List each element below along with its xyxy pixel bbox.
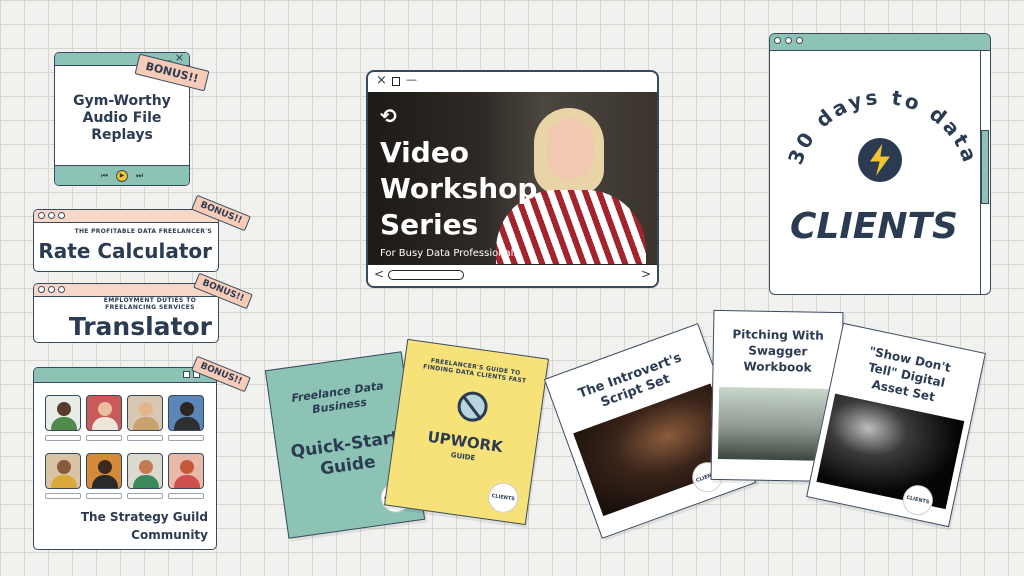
name-line: [127, 435, 163, 441]
stage-photo: [816, 393, 965, 510]
presenter-face: [546, 118, 594, 180]
repeat-icon[interactable]: ⟲: [380, 104, 397, 128]
brand-logo: CLIENTS: [486, 480, 521, 515]
video-subtitle: For Busy Data Professionals: [380, 248, 519, 259]
next-icon[interactable]: ⏭: [136, 171, 143, 181]
upwork-guide-doc[interactable]: FREELANCER'S GUIDE TO FINDING DATA CLIEN…: [384, 338, 549, 526]
translator-window: EMPLOYMENT DUTIES TO FREELANCING SERVICE…: [33, 283, 219, 343]
name-line: [127, 493, 163, 499]
scroll-thumb[interactable]: [981, 130, 989, 204]
window-controls: [774, 37, 803, 44]
copy-icon[interactable]: [392, 77, 400, 86]
window-titlebar: [34, 210, 218, 223]
upwork-arc-text: FREELANCER'S GUIDE TO FINDING DATA CLIEN…: [422, 357, 527, 385]
guild-title-line1: The Strategy Guild: [80, 510, 208, 524]
no-sign-icon: [455, 389, 490, 424]
strategy-guild-window: The Strategy Guild Community: [33, 367, 217, 550]
window-titlebar: [770, 34, 990, 51]
name-line: [86, 435, 122, 441]
window-titlebar: [34, 284, 218, 297]
translator-overline: EMPLOYMENT DUTIES TO FREELANCING SERVICE…: [103, 297, 197, 311]
member-avatar: [45, 453, 81, 489]
pitching-title2: Swagger: [748, 343, 808, 359]
rate-title: Rate Calculator: [38, 239, 212, 263]
scroll-left-icon[interactable]: <: [374, 267, 384, 281]
translator-title: Translator: [68, 312, 212, 341]
name-line: [168, 493, 204, 499]
video-workshop-window: × — ⟲ Video Workshop Series For Busy Dat…: [366, 70, 659, 288]
scroll-right-icon[interactable]: >: [641, 267, 651, 281]
close-icon[interactable]: ×: [376, 73, 387, 88]
window-titlebar: × —: [368, 72, 657, 92]
clients-window: 30 days to data CLIENTS: [769, 33, 991, 295]
name-line: [168, 435, 204, 441]
window-button-icon[interactable]: [183, 371, 190, 378]
member-avatar: [168, 453, 204, 489]
member-avatar: [127, 453, 163, 489]
scroll-thumb[interactable]: [388, 270, 464, 280]
rate-calculator-window: THE PROFITABLE DATA FREELANCER'S Rate Ca…: [33, 209, 219, 272]
video-title-line3: Series: [380, 208, 479, 241]
previous-icon[interactable]: ⏮: [101, 171, 108, 181]
window-controls: [38, 286, 65, 293]
lightning-bolt-icon: [858, 138, 902, 182]
guild-title-line2: Community: [131, 528, 208, 542]
rate-overline: THE PROFITABLE DATA FREELANCER'S: [74, 228, 212, 235]
member-avatar: [127, 395, 163, 431]
member-avatar: [86, 395, 122, 431]
minimize-icon[interactable]: —: [406, 73, 417, 86]
play-icon[interactable]: ▶: [116, 169, 128, 182]
pitching-title3: Workbook: [743, 359, 812, 375]
member-avatar: [86, 453, 122, 489]
video-title-line2: Workshop: [380, 172, 538, 205]
name-line: [45, 435, 81, 441]
member-avatar: [45, 395, 81, 431]
video-title-line1: Video: [380, 136, 470, 169]
window-titlebar: [34, 368, 216, 383]
window-controls: [38, 212, 65, 219]
pitching-title1: Pitching With: [732, 327, 824, 343]
video-frame[interactable]: ⟲ Video Workshop Series For Busy Data Pr…: [368, 92, 657, 268]
name-line: [86, 493, 122, 499]
audio-controls-bar: ⏮ ▶ ⏭: [55, 165, 189, 185]
clients-headline: CLIENTS: [790, 206, 958, 247]
member-avatar: [168, 395, 204, 431]
audio-title: Gym-Worthy Audio File Replays: [73, 93, 171, 143]
name-line: [45, 493, 81, 499]
video-scrollbar[interactable]: < >: [368, 264, 657, 286]
